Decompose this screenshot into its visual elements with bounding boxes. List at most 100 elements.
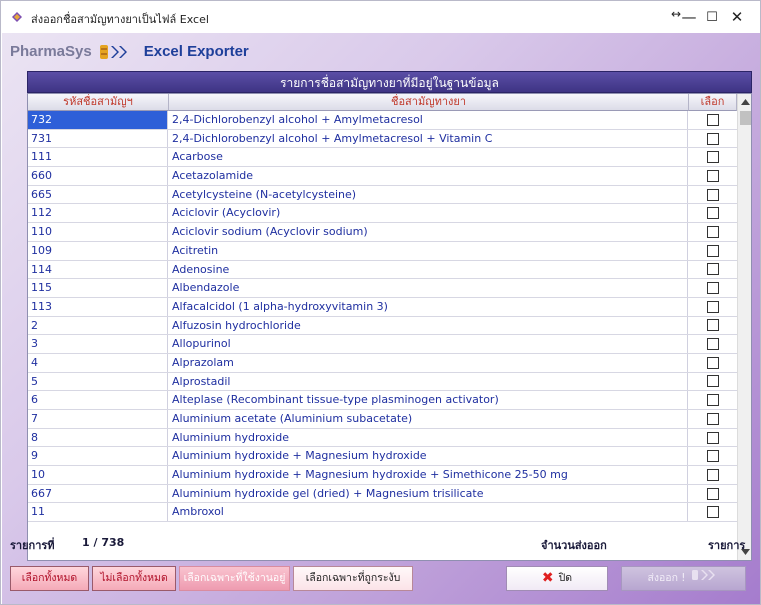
cell-code[interactable]: 112 [28,204,168,223]
table-row[interactable]: 8 Aluminium hydroxide [28,428,737,448]
select-checkbox[interactable] [707,263,719,276]
table-row[interactable]: 2 Alfuzosin hydrochloride [28,316,737,336]
select-checkbox[interactable] [707,319,719,332]
cell-code[interactable]: 732 [28,111,168,129]
cell-code[interactable]: 660 [28,167,168,185]
table-row[interactable]: 112 Aciclovir (Acyclovir) [28,204,737,224]
cell-code[interactable]: 113 [28,297,168,316]
cell-generic-name[interactable]: Aluminium hydroxide + Magnesium hydroxid… [169,447,688,466]
select-checkbox[interactable] [707,394,719,407]
cell-code[interactable]: 6 [28,391,168,409]
cell-generic-name[interactable]: Aciclovir sodium (Acyclovir sodium) [169,223,688,241]
cell-generic-name[interactable]: Acetazolamide [169,167,688,185]
select-checkbox[interactable] [707,169,719,182]
select-suspended-button[interactable]: เลือกเฉพาะที่ถูกระงับ [293,566,413,591]
cell-code[interactable]: 5 [28,372,168,391]
table-row[interactable]: 667 Aluminium hydroxide gel (dried) + Mag… [28,484,737,504]
cell-generic-name[interactable]: Aluminium hydroxide + Magnesium hydroxid… [169,466,688,484]
close-window-button[interactable]: ✕ [714,1,760,33]
cell-generic-name[interactable]: Aluminium hydroxide gel (dried) + Magnes… [169,484,688,503]
table-row[interactable]: 665 Acetylcysteine (N-acetylcysteine) [28,185,737,205]
table-row[interactable]: 110 Aciclovir sodium (Acyclovir sodium) [28,223,737,242]
cell-generic-name[interactable]: 2,4-Dichlorobenzyl alcohol + Amylmetacre… [169,111,688,129]
export-button[interactable]: ส่งออก ! [621,566,746,591]
table-row[interactable]: 7 Aluminium acetate (Aluminium subacetate… [28,410,737,429]
select-checkbox[interactable] [707,132,719,145]
select-checkbox[interactable] [707,375,719,388]
cell-generic-name[interactable]: Alfacalcidol (1 alpha-hydroxyvitamin 3) [169,297,688,316]
cell-generic-name[interactable]: Alteplase (Recombinant tissue-type plasm… [169,391,688,409]
cell-code[interactable]: 4 [28,353,168,372]
cell-generic-name[interactable]: Acarbose [169,148,688,167]
select-checkbox[interactable] [707,244,719,257]
cell-generic-name[interactable]: Acetylcysteine (N-acetylcysteine) [169,185,688,204]
select-checkbox[interactable] [707,450,719,463]
close-button[interactable]: ✖ ปิด [506,566,608,591]
cell-code[interactable]: 2 [28,316,168,335]
table-row[interactable]: 10 Aluminium hydroxide + Magnesium hydrox… [28,466,737,485]
cell-generic-name[interactable]: Aluminium acetate (Aluminium subacetate) [169,410,688,428]
select-checkbox[interactable] [707,207,719,220]
cell-code[interactable]: 665 [28,185,168,204]
table-row[interactable]: 3 Allopurinol [28,335,737,354]
select-checkbox[interactable] [707,113,719,126]
vertical-scrollbar[interactable] [737,94,751,560]
scroll-up-icon[interactable] [738,94,751,110]
title-bar[interactable]: ส่งออกชื่อสามัญทางยาเป็นไฟล์ Excel ↔ — ☐… [1,1,760,33]
cell-generic-name[interactable]: Aluminium hydroxide [169,428,688,447]
cell-generic-name[interactable]: Alprazolam [169,353,688,372]
cell-generic-name[interactable]: Allopurinol [169,335,688,353]
select-all-button[interactable]: เลือกทั้งหมด [10,566,89,591]
table-row[interactable]: 11 Ambroxol [28,503,737,523]
select-checkbox[interactable] [707,356,719,369]
select-checkbox[interactable] [707,188,719,201]
select-checkbox[interactable] [707,282,719,295]
cell-code[interactable]: 114 [28,260,168,279]
generic-name-grid[interactable]: รหัสชื่อสามัญฯ ชื่อสามัญทางยา เลือก 732 2… [27,93,752,561]
table-row[interactable]: 114 Adenosine [28,260,737,280]
table-row[interactable]: 115 Albendazole [28,279,737,298]
cell-generic-name[interactable]: 2,4-Dichlorobenzyl alcohol + Amylmetacre… [169,129,688,148]
table-row[interactable]: 111 Acarbose [28,148,737,168]
table-row[interactable]: 109 Acitretin [28,241,737,261]
table-row[interactable]: 732 2,4-Dichlorobenzyl alcohol + Amylmeta… [28,111,737,130]
scroll-thumb[interactable] [740,111,751,125]
cell-generic-name[interactable]: Alprostadil [169,372,688,391]
cell-code[interactable]: 3 [28,335,168,353]
cell-code[interactable]: 110 [28,223,168,241]
table-row[interactable]: 4 Alprazolam [28,353,737,373]
select-checkbox[interactable] [707,338,719,351]
table-row[interactable]: 731 2,4-Dichlorobenzyl alcohol + Amylmeta… [28,129,737,149]
cell-code[interactable]: 9 [28,447,168,466]
table-row[interactable]: 6 Alteplase (Recombinant tissue-type plas… [28,391,737,410]
select-checkbox[interactable] [707,468,719,481]
column-header-code[interactable]: รหัสชื่อสามัญฯ [28,94,169,111]
select-checkbox[interactable] [707,506,719,519]
cell-code[interactable]: 667 [28,484,168,503]
cell-generic-name[interactable]: Alfuzosin hydrochloride [169,316,688,335]
select-checkbox[interactable] [707,412,719,425]
column-header-name[interactable]: ชื่อสามัญทางยา [169,94,689,111]
deselect-all-button[interactable]: ไม่เลือกทั้งหมด [92,566,176,591]
select-checkbox[interactable] [707,225,719,238]
cell-generic-name[interactable]: Adenosine [169,260,688,279]
table-row[interactable]: 9 Aluminium hydroxide + Magnesium hydroxi… [28,447,737,467]
table-row[interactable]: 5 Alprostadil [28,372,737,392]
cell-code[interactable]: 10 [28,466,168,484]
cell-code[interactable]: 111 [28,148,168,167]
cell-code[interactable]: 731 [28,129,168,148]
cell-code[interactable]: 115 [28,279,168,297]
cell-code[interactable]: 109 [28,241,168,260]
cell-code[interactable]: 7 [28,410,168,428]
column-header-select[interactable]: เลือก [689,94,737,111]
select-checkbox[interactable] [707,431,719,444]
cell-generic-name[interactable]: Aciclovir (Acyclovir) [169,204,688,223]
select-checkbox[interactable] [707,487,719,500]
select-in-use-button[interactable]: เลือกเฉพาะที่ใช้งานอยู่ [179,566,290,591]
select-checkbox[interactable] [707,300,719,313]
cell-code[interactable]: 8 [28,428,168,447]
cell-generic-name[interactable]: Ambroxol [169,503,688,522]
cell-generic-name[interactable]: Acitretin [169,241,688,260]
select-checkbox[interactable] [707,151,719,164]
table-row[interactable]: 113 Alfacalcidol (1 alpha-hydroxyvitamin … [28,297,737,317]
